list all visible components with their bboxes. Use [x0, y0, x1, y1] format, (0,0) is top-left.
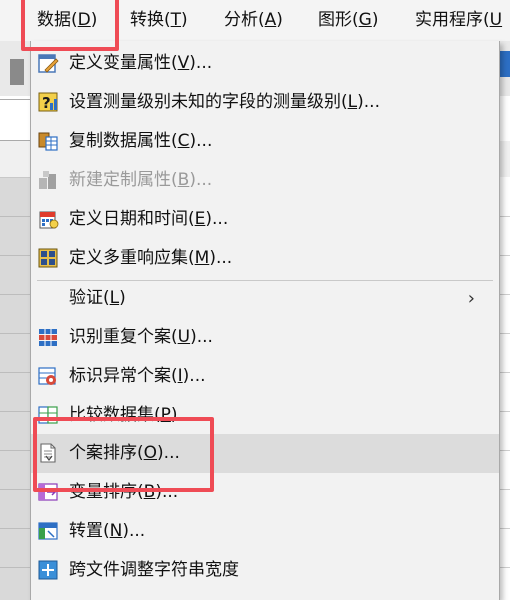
menu-graphs-label: 图形(: [318, 10, 359, 30]
duplicate-cases-icon: [39, 329, 57, 346]
menu-graphs[interactable]: 图形(G): [318, 0, 378, 41]
column-header[interactable]: [0, 141, 30, 264]
unusual-cases-icon: [38, 367, 56, 385]
calendar-icon: [39, 211, 59, 229]
item-accel: U: [177, 327, 191, 347]
highlight-data-menu: [21, 0, 119, 51]
menu-graphs-accel: G: [358, 10, 372, 30]
menu-item-define-multiple-response-sets[interactable]: 定义多重响应集(M)...: [31, 239, 499, 278]
menu-analyze-close: ): [276, 10, 283, 30]
item-suffix: )...: [357, 92, 380, 112]
transpose-icon: [38, 522, 58, 540]
menu-analyze[interactable]: 分析(A): [224, 0, 283, 41]
item-accel: E: [194, 209, 206, 229]
item-label: 定义多重响应集(: [69, 248, 195, 268]
menu-item-validation[interactable]: 验证(L) ›: [31, 279, 499, 318]
cell-input-field[interactable]: 0: [0, 99, 30, 185]
item-label: 识别重复个案(: [69, 327, 178, 347]
define-variable-properties-icon: [38, 54, 59, 73]
data-menu-dropdown: 定义变量属性(V)... ? 设置测量级别未知的字段的测量级别(L)... 复制…: [30, 41, 500, 600]
item-suffix: ): [119, 288, 126, 308]
item-suffix: )...: [182, 366, 206, 386]
highlight-sort-cases: [33, 417, 214, 492]
menu-analyze-accel: A: [264, 10, 277, 30]
submenu-arrow-icon: ›: [467, 288, 475, 309]
menu-transform[interactable]: 转换(T): [130, 0, 188, 41]
adjust-string-width-icon: [38, 560, 58, 580]
item-accel: N: [109, 521, 123, 541]
menu-item-define-date-time[interactable]: 定义日期和时间(E)...: [31, 200, 499, 239]
menu-item-set-measurement-level[interactable]: ? 设置测量级别未知的字段的测量级别(L)...: [31, 83, 499, 122]
item-label: 标识异常个案(: [69, 366, 178, 386]
measurement-level-icon: ?: [38, 92, 58, 112]
item-accel: V: [177, 53, 190, 73]
menu-item-copy-data-properties[interactable]: 复制数据属性(C)...: [31, 122, 499, 161]
menu-utilities-label: 实用程序(: [415, 10, 490, 30]
new-custom-attribute-icon: [39, 171, 56, 189]
menu-utilities-accel: U: [489, 10, 503, 30]
menu-analyze-label: 分析(: [224, 10, 265, 30]
item-accel: L: [347, 92, 358, 112]
item-label: 跨文件调整字符串宽度: [69, 560, 239, 580]
menu-transform-accel: T: [170, 10, 182, 30]
item-label: 新建定制属性(: [69, 170, 178, 190]
item-label: 定义日期和时间(: [69, 209, 195, 229]
item-suffix: )...: [122, 521, 146, 541]
item-accel: L: [109, 288, 120, 308]
menu-item-identify-unusual-cases[interactable]: 标识异常个案(I)...: [31, 357, 499, 396]
menu-transform-close: ): [181, 10, 188, 30]
item-label: 定义变量属性(: [69, 53, 178, 73]
menu-utilities[interactable]: 实用程序(U: [415, 0, 502, 41]
item-suffix: )...: [189, 53, 213, 73]
item-label: 验证(: [69, 288, 110, 308]
toolbar-blue-button[interactable]: [500, 51, 510, 77]
svg-text:?: ?: [42, 94, 51, 112]
multiple-response-icon: [38, 248, 58, 268]
menu-graphs-close: ): [371, 10, 379, 30]
menu-item-adjust-string-widths[interactable]: 跨文件调整字符串宽度: [31, 551, 499, 590]
item-label: 设置测量级别未知的字段的测量级别(: [69, 92, 348, 112]
item-accel: M: [194, 248, 210, 268]
menu-item-transpose[interactable]: 转置(N)...: [31, 512, 499, 551]
item-suffix: )...: [189, 170, 213, 190]
item-accel: C: [177, 131, 190, 151]
item-accel: B: [177, 170, 190, 190]
menu-item-new-custom-attribute: 新建定制属性(B)...: [31, 161, 499, 200]
item-label: 复制数据属性(: [69, 131, 178, 151]
item-suffix: )...: [209, 248, 233, 268]
data-editor-left-strip: 0: [0, 41, 30, 600]
item-suffix: )...: [190, 327, 213, 347]
toolbar-button[interactable]: [10, 59, 24, 85]
item-label: 转置(: [69, 521, 110, 541]
copy-data-properties-icon: [38, 132, 58, 151]
item-suffix: )...: [189, 131, 213, 151]
menu-item-identify-duplicate-cases[interactable]: 识别重复个案(U)...: [31, 318, 499, 357]
data-grid[interactable]: [0, 178, 30, 600]
menu-transform-label: 转换(: [130, 10, 171, 30]
item-suffix: )...: [205, 209, 229, 229]
